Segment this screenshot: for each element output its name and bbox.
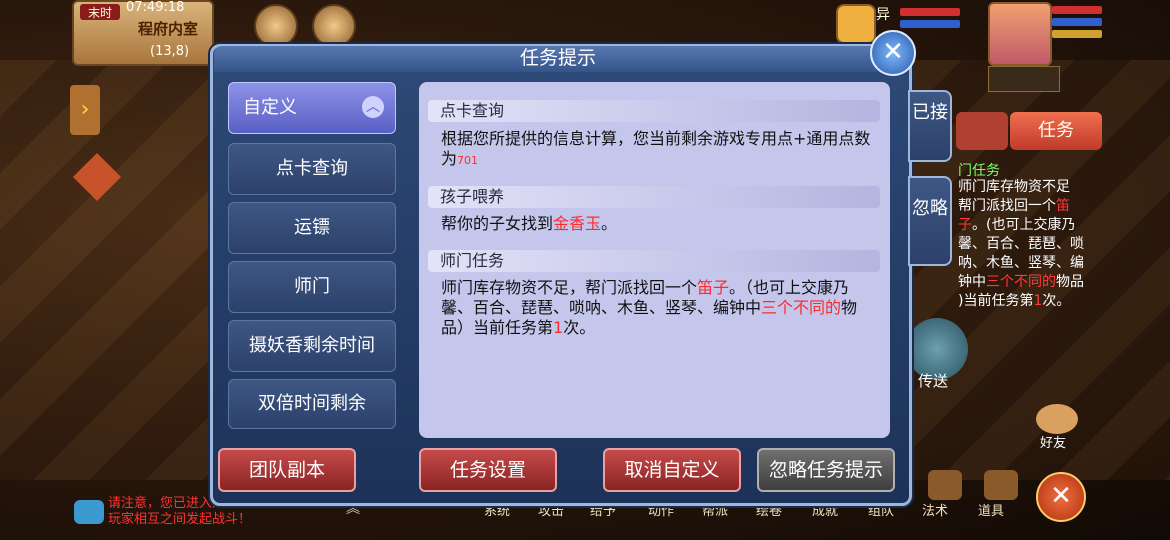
player-avatar[interactable] <box>988 2 1052 66</box>
section-body-child: 帮你的子女找到金香玉。 <box>441 214 618 233</box>
player-anger-bar <box>1052 30 1102 38</box>
scroll-icon[interactable] <box>312 4 356 48</box>
status-icons[interactable] <box>988 66 1060 92</box>
team-dungeon-button[interactable]: 团队副本 <box>218 448 356 492</box>
task-settings-button[interactable]: 任务设置 <box>419 448 557 492</box>
player-mp-bar <box>1052 18 1102 26</box>
location-coords: (13,8) <box>150 44 190 59</box>
section-body-sect-task: 师门库存物资不足，帮门派找回一个笛子。（也可上交康乃馨、百合、琵琶、唢呐、木鱼、… <box>441 278 858 337</box>
expand-arrow-icon[interactable]: › <box>70 85 100 135</box>
section-body-point-card: 根据您所提供的信息计算，您当前剩余游戏专用点+通用点数为701 <box>441 129 871 168</box>
dialog-title: 任务提示 <box>519 47 596 69</box>
section-head-point-card: 点卡查询 <box>428 100 880 122</box>
tab-ignored[interactable]: 忽略 <box>908 176 952 266</box>
category-incense-time[interactable]: 摄妖香剩余时间 <box>228 320 396 372</box>
section-head-sect-task: 师门任务 <box>428 250 880 272</box>
tab-accepted[interactable]: 已接 <box>908 90 952 162</box>
clock: 07:49:18 <box>126 0 185 15</box>
friend-label: 好友 <box>1040 436 1067 451</box>
time-period: 末时 <box>80 4 120 20</box>
friend-icon[interactable] <box>1036 404 1078 434</box>
bottom-menu-icon[interactable] <box>984 470 1018 500</box>
cancel-custom-button[interactable]: 取消自定义 <box>603 448 741 492</box>
chat-icon[interactable] <box>74 500 104 524</box>
section-head-child: 孩子喂养 <box>428 186 880 208</box>
bottom-menu-label[interactable]: 法术 <box>922 500 948 519</box>
category-point-card[interactable]: 点卡查询 <box>228 143 396 195</box>
bottom-menu-icon[interactable] <box>928 470 962 500</box>
tracked-task-title[interactable]: 门任务 <box>958 160 1000 180</box>
tab-task[interactable]: 任务 <box>1010 112 1102 150</box>
location-name: 程府内室 <box>138 20 199 38</box>
category-sect[interactable]: 师门 <box>228 261 396 313</box>
pet-name: 异 <box>876 7 890 23</box>
pet-hp-bar <box>900 8 960 16</box>
timer-icon[interactable] <box>956 112 1008 150</box>
player-hp-bar <box>1052 6 1102 14</box>
menu-close-icon[interactable]: ✕ <box>1036 472 1086 522</box>
ignore-task-prompt-button[interactable]: 忽略任务提示 <box>757 448 895 492</box>
pet-avatar[interactable] <box>836 4 876 44</box>
chevron-up-icon[interactable]: ︿ <box>362 96 384 118</box>
category-double-time[interactable]: 双倍时间剩余 <box>228 379 396 429</box>
pet-mp-bar <box>900 20 960 28</box>
tracked-task-text[interactable]: 师门库存物资不足 帮门派找回一个笛 子。(也可上交康乃 馨、百合、琵琶、唢 呐、… <box>958 178 1088 311</box>
peach-icon[interactable] <box>254 4 298 48</box>
teleport-label: 传送 <box>918 372 949 390</box>
bottom-menu-label[interactable]: 道具 <box>978 500 1004 519</box>
category-escort[interactable]: 运镖 <box>228 202 396 254</box>
close-button[interactable]: ✕ <box>870 30 916 76</box>
